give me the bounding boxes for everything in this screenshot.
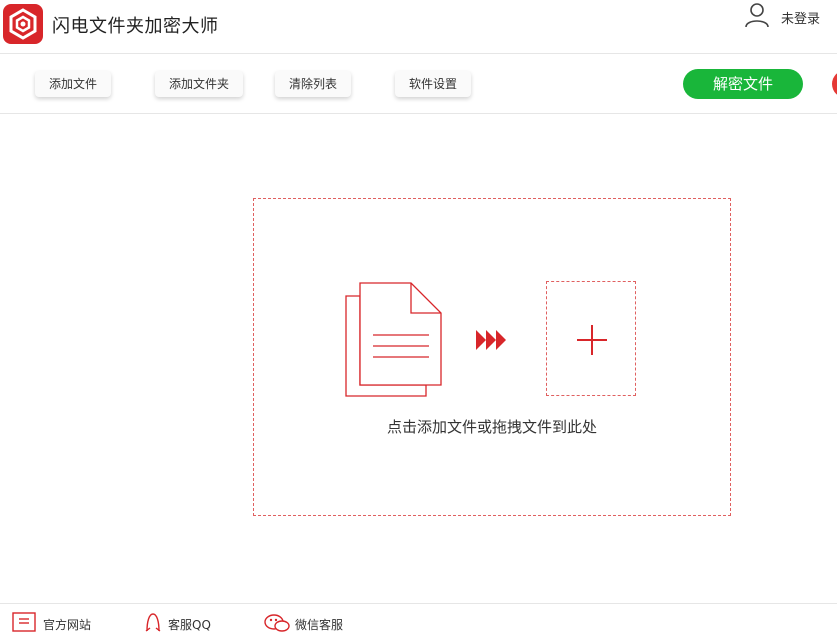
- login-status-label: 未登录: [781, 12, 821, 27]
- file-drop-zone[interactable]: 点击添加文件或拖拽文件到此处: [253, 198, 731, 516]
- app-title: 闪电文件夹加密大师: [52, 16, 219, 37]
- document-icon: [345, 282, 442, 397]
- decrypt-file-button[interactable]: 解密文件: [683, 69, 803, 99]
- app-logo-icon: [3, 4, 43, 44]
- user-icon: [745, 3, 769, 28]
- add-file-button[interactable]: 添加文件: [35, 71, 112, 97]
- footer: 官方网站 客服QQ 微信客服: [0, 603, 837, 632]
- wechat-service-link[interactable]: 微信客服: [264, 612, 354, 632]
- website-icon: [12, 612, 36, 632]
- title-bar: 闪电文件夹加密大师 未登录: [0, 0, 837, 54]
- website-label: 官方网站: [43, 618, 92, 632]
- settings-button[interactable]: 软件设置: [395, 71, 472, 97]
- wechat-icon: [264, 614, 290, 632]
- add-folder-button[interactable]: 添加文件夹: [155, 71, 244, 97]
- official-website-link[interactable]: 官方网站: [12, 612, 102, 632]
- arrows-icon: [476, 330, 506, 350]
- add-file-box[interactable]: [546, 281, 636, 396]
- qq-icon: [145, 613, 161, 632]
- toolbar: 添加文件 添加文件夹 清除列表 软件设置 解密文件: [0, 54, 837, 114]
- plus-icon: [577, 325, 607, 355]
- wechat-label: 微信客服: [295, 618, 344, 632]
- vip-badge-icon[interactable]: [832, 70, 837, 98]
- drop-hint-text: 点击添加文件或拖拽文件到此处: [386, 418, 597, 436]
- qq-label: 客服QQ: [168, 618, 211, 632]
- customer-qq-link[interactable]: 客服QQ: [143, 612, 223, 632]
- clear-list-button[interactable]: 清除列表: [275, 71, 352, 97]
